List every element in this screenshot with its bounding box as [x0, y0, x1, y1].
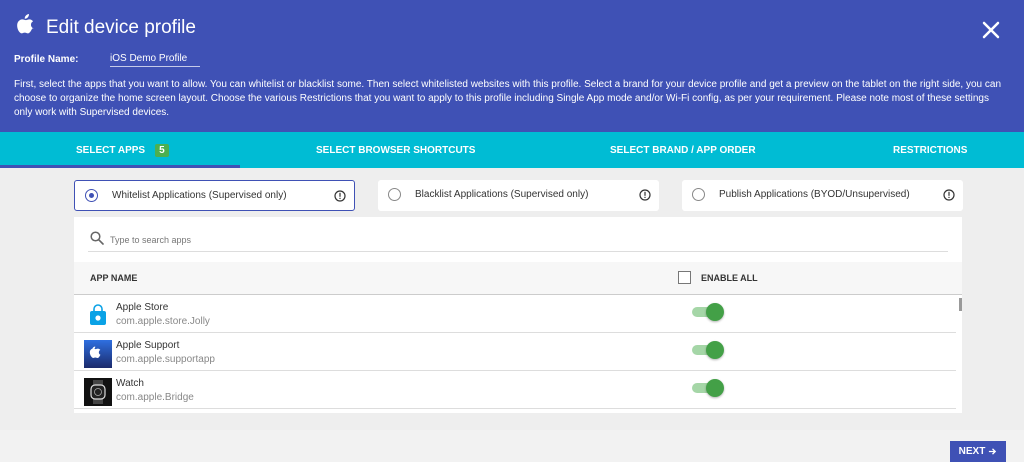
search-underline: [88, 251, 948, 252]
tab-select-apps[interactable]: SELECT APPS 5: [76, 132, 169, 168]
mode-label: Blacklist Applications (Supervised only): [415, 189, 589, 200]
app-name: Apple Store: [116, 302, 169, 313]
tab-label: SELECT BROWSER SHORTCUTS: [316, 144, 476, 156]
wizard-tabs: SELECT APPS 5 SELECT BROWSER SHORTCUTS S…: [0, 132, 1024, 168]
mode-label: Whitelist Applications (Supervised only): [112, 190, 287, 201]
app-package: com.apple.store.Jolly: [116, 316, 210, 327]
app-enable-toggle[interactable]: [692, 379, 724, 397]
app-package: com.apple.supportapp: [116, 354, 215, 365]
radio-button[interactable]: [692, 188, 705, 201]
tab-select-browser-shortcuts[interactable]: SELECT BROWSER SHORTCUTS: [316, 132, 475, 168]
table-row: Apple Store com.apple.store.Jolly: [74, 296, 956, 333]
table-row: Watch com.apple.Bridge: [74, 372, 956, 409]
active-tab-indicator: [0, 165, 240, 168]
app-name: Apple Support: [116, 340, 180, 351]
app-list-scrollbar[interactable]: [959, 298, 962, 311]
mode-publish-option[interactable]: Publish Applications (BYOD/Unsupervised): [682, 180, 963, 211]
page-footer: [0, 430, 1024, 462]
app-enable-toggle[interactable]: [692, 303, 724, 321]
profile-name-label: Profile Name:: [14, 54, 79, 65]
selected-apps-count-badge: 5: [155, 143, 169, 157]
table-header: APP NAME ENABLE ALL: [74, 262, 962, 295]
profile-name-input[interactable]: [110, 51, 200, 67]
toggle-knob: [706, 303, 724, 321]
apps-panel: APP NAME ENABLE ALL Apple Store com.appl…: [74, 217, 962, 413]
mode-whitelist-option[interactable]: Whitelist Applications (Supervised only): [74, 180, 355, 211]
toggle-knob: [706, 379, 724, 397]
tab-label: SELECT APPS: [76, 144, 146, 156]
page-title: Edit device profile: [46, 17, 196, 38]
next-button-label: NEXT: [958, 446, 986, 457]
apple-store-app-icon: [84, 302, 112, 330]
tab-restrictions[interactable]: RESTRICTIONS: [893, 132, 967, 168]
info-icon[interactable]: [334, 190, 346, 202]
next-button[interactable]: NEXT: [950, 441, 1006, 462]
apple-icon: [17, 14, 34, 34]
app-package: com.apple.Bridge: [116, 392, 194, 403]
app-enable-toggle[interactable]: [692, 341, 724, 359]
profile-description: First, select the apps that you want to …: [14, 79, 1002, 118]
table-row: Apple Support com.apple.supportapp: [74, 334, 956, 371]
search-input[interactable]: [110, 231, 940, 249]
arrow-right-icon: [989, 448, 997, 455]
page-header: Edit device profile Profile Name: First,…: [0, 0, 1024, 132]
tab-select-brand-app-order[interactable]: SELECT BRAND / APP ORDER: [610, 132, 756, 168]
mode-label: Publish Applications (BYOD/Unsupervised): [719, 189, 910, 200]
app-name: Watch: [116, 378, 144, 389]
watch-app-icon: [84, 378, 112, 406]
info-icon[interactable]: [943, 189, 955, 201]
column-header-enable-all: ENABLE ALL: [701, 273, 758, 283]
info-icon[interactable]: [639, 189, 651, 201]
close-icon[interactable]: [981, 20, 1001, 40]
enable-all-checkbox[interactable]: [678, 271, 691, 284]
mode-blacklist-option[interactable]: Blacklist Applications (Supervised only): [378, 180, 659, 211]
radio-button[interactable]: [388, 188, 401, 201]
app-list: Apple Store com.apple.store.Jolly Apple …: [74, 296, 962, 413]
column-header-app-name: APP NAME: [90, 273, 138, 283]
toggle-knob: [706, 341, 724, 359]
apple-support-app-icon: [84, 340, 112, 368]
tab-label: RESTRICTIONS: [893, 144, 968, 156]
radio-button[interactable]: [85, 189, 98, 202]
search-icon: [90, 231, 104, 245]
tab-label: SELECT BRAND / APP ORDER: [610, 144, 756, 156]
